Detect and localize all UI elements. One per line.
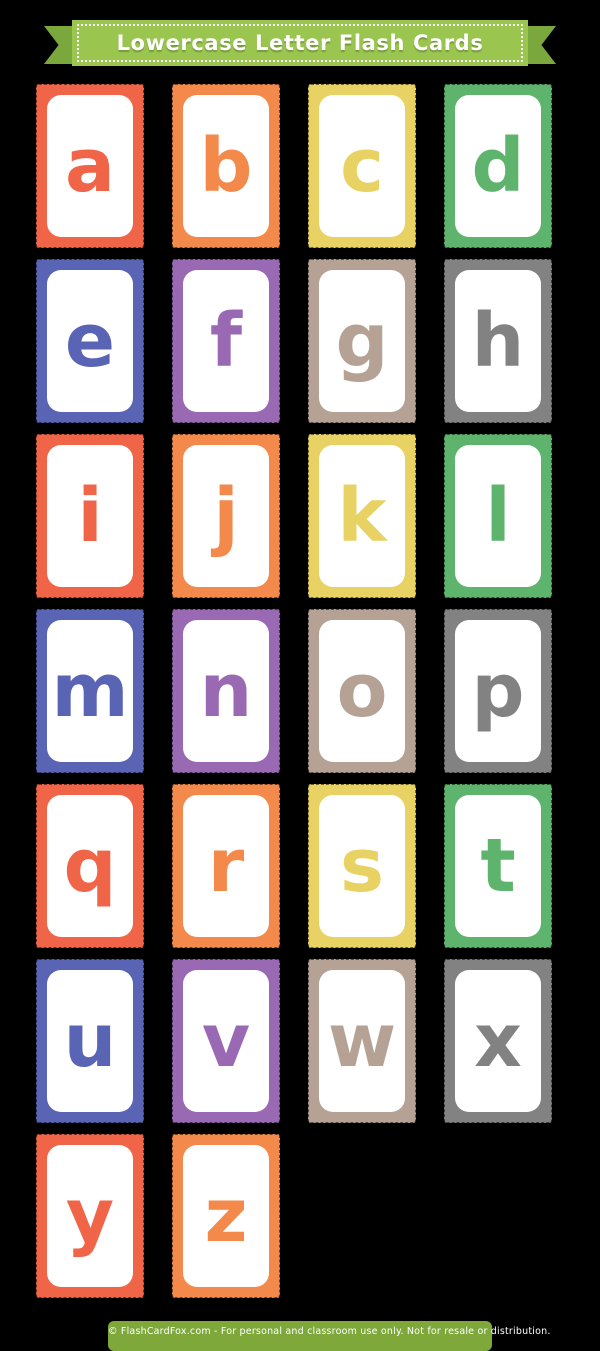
card-face: z (183, 1145, 269, 1287)
card-face: b (183, 95, 269, 237)
flash-card-c[interactable]: c (308, 84, 416, 248)
card-face: i (47, 445, 133, 587)
card-letter-c: c (319, 95, 405, 237)
card-letter-t: t (455, 795, 541, 937)
card-face: v (183, 970, 269, 1112)
flash-card-z[interactable]: z (172, 1134, 280, 1298)
flash-card-e[interactable]: e (36, 259, 144, 423)
card-face: f (183, 270, 269, 412)
flash-card-i[interactable]: i (36, 434, 144, 598)
card-letter-m: m (47, 620, 133, 762)
card-face: n (183, 620, 269, 762)
flash-card-l[interactable]: l (444, 434, 552, 598)
flash-card-h[interactable]: h (444, 259, 552, 423)
card-letter-a: a (47, 95, 133, 237)
flash-card-row: uvwx (36, 959, 564, 1134)
card-letter-q: q (47, 795, 133, 937)
flash-card-p[interactable]: p (444, 609, 552, 773)
card-face: g (319, 270, 405, 412)
card-letter-h: h (455, 270, 541, 412)
banner-center-panel: Lowercase Letter Flash Cards (72, 20, 528, 66)
card-letter-e: e (47, 270, 133, 412)
card-face: h (455, 270, 541, 412)
card-letter-w: w (319, 970, 405, 1112)
card-letter-u: u (47, 970, 133, 1112)
card-face: r (183, 795, 269, 937)
card-face: s (319, 795, 405, 937)
card-letter-f: f (183, 270, 269, 412)
flash-card-q[interactable]: q (36, 784, 144, 948)
flash-card-o[interactable]: o (308, 609, 416, 773)
flash-card-grid: abcdefghijklmnopqrstuvwxyz (36, 84, 564, 1309)
flash-card-a[interactable]: a (36, 84, 144, 248)
footer-bar: © FlashCardFox.com - For personal and cl… (108, 1321, 492, 1351)
card-face: o (319, 620, 405, 762)
card-face: m (47, 620, 133, 762)
card-letter-l: l (455, 445, 541, 587)
card-letter-b: b (183, 95, 269, 237)
flash-card-n[interactable]: n (172, 609, 280, 773)
card-letter-i: i (47, 445, 133, 587)
page-title: Lowercase Letter Flash Cards (72, 20, 528, 66)
card-face: x (455, 970, 541, 1112)
flash-card-s[interactable]: s (308, 784, 416, 948)
card-face: j (183, 445, 269, 587)
card-letter-z: z (183, 1145, 269, 1287)
flash-card-v[interactable]: v (172, 959, 280, 1123)
card-face: u (47, 970, 133, 1112)
card-face: t (455, 795, 541, 937)
flash-card-y[interactable]: y (36, 1134, 144, 1298)
flash-card-f[interactable]: f (172, 259, 280, 423)
flash-card-row: abcd (36, 84, 564, 259)
card-letter-r: r (183, 795, 269, 937)
card-letter-p: p (455, 620, 541, 762)
card-face: a (47, 95, 133, 237)
card-face: q (47, 795, 133, 937)
flash-card-t[interactable]: t (444, 784, 552, 948)
card-face: y (47, 1145, 133, 1287)
flash-card-u[interactable]: u (36, 959, 144, 1123)
card-letter-x: x (455, 970, 541, 1112)
card-letter-j: j (183, 445, 269, 587)
card-letter-y: y (47, 1145, 133, 1287)
flash-card-row: efgh (36, 259, 564, 434)
card-face: k (319, 445, 405, 587)
flash-card-g[interactable]: g (308, 259, 416, 423)
flash-card-row: qrst (36, 784, 564, 959)
flash-card-k[interactable]: k (308, 434, 416, 598)
card-letter-s: s (319, 795, 405, 937)
card-face: d (455, 95, 541, 237)
card-face: c (319, 95, 405, 237)
flash-card-r[interactable]: r (172, 784, 280, 948)
card-letter-n: n (183, 620, 269, 762)
card-face: p (455, 620, 541, 762)
flash-card-j[interactable]: j (172, 434, 280, 598)
flash-card-d[interactable]: d (444, 84, 552, 248)
flash-card-row: mnop (36, 609, 564, 784)
flash-card-row: yz (36, 1134, 564, 1309)
card-face: w (319, 970, 405, 1112)
flash-card-w[interactable]: w (308, 959, 416, 1123)
card-letter-v: v (183, 970, 269, 1112)
card-letter-o: o (319, 620, 405, 762)
card-letter-g: g (319, 270, 405, 412)
flash-card-b[interactable]: b (172, 84, 280, 248)
flash-card-x[interactable]: x (444, 959, 552, 1123)
card-letter-k: k (319, 445, 405, 587)
flash-card-m[interactable]: m (36, 609, 144, 773)
copyright-notice: © FlashCardFox.com - For personal and cl… (108, 1321, 492, 1343)
card-face: l (455, 445, 541, 587)
card-letter-d: d (455, 95, 541, 237)
title-banner: Lowercase Letter Flash Cards (0, 20, 600, 68)
card-face: e (47, 270, 133, 412)
flash-card-row: ijkl (36, 434, 564, 609)
